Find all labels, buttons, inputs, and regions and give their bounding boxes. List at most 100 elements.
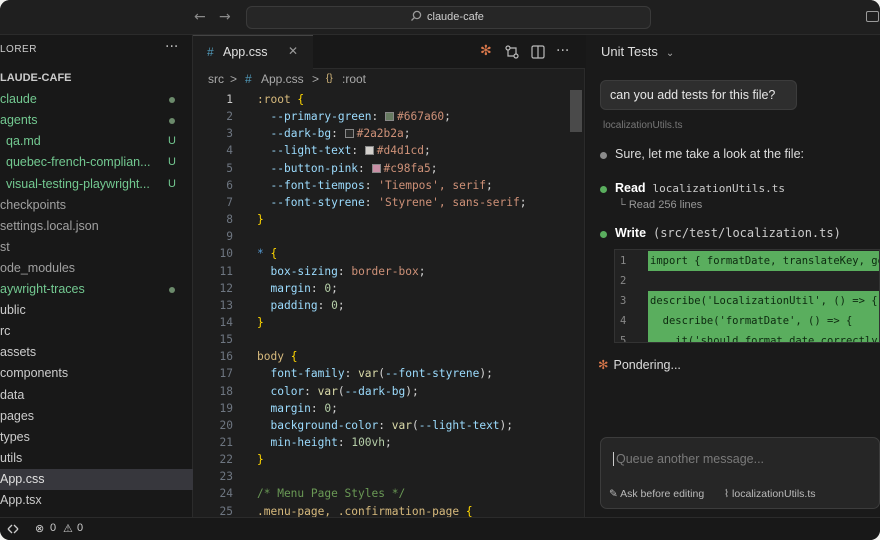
code-line[interactable]: --primary-green: #667a60;	[257, 108, 450, 125]
more-icon[interactable]: ···	[556, 43, 569, 59]
split-editor-icon[interactable]	[531, 45, 545, 59]
search-icon	[411, 10, 422, 21]
tree-item[interactable]: quebec-french-complian... U	[0, 152, 193, 173]
breadcrumb-symbol[interactable]: :root	[342, 72, 366, 86]
tree-item[interactable]: components	[0, 363, 193, 384]
error-count[interactable]: 0	[50, 522, 56, 534]
tree-item[interactable]: qa.md U	[0, 131, 193, 152]
status-bar: ⊗ 0 ⚠ 0	[0, 517, 880, 540]
color-swatch[interactable]	[364, 146, 374, 156]
error-icon[interactable]: ⊗	[35, 522, 44, 535]
write-file: (src/test/localization.ts)	[652, 226, 841, 240]
code-line[interactable]: --font-tiempos: 'Tiempos', serif;	[257, 177, 492, 194]
code-line[interactable]: /* Menu Page Styles */	[257, 485, 405, 502]
code-line[interactable]: :root {	[257, 91, 304, 108]
write-tool-call[interactable]: Write (src/test/localization.ts)	[615, 226, 841, 240]
editor-pane: # App.css ✕ ✻ ··· src > # App.css > {} :	[193, 35, 585, 518]
code-line[interactable]: color: var(--dark-bg);	[257, 383, 418, 400]
code-area[interactable]: 1:root {2 --primary-green: #667a60; 3 --d…	[193, 90, 585, 518]
forward-arrow-icon[interactable]: →	[219, 9, 231, 25]
tree-item[interactable]: visual-testing-playwright... U	[0, 174, 193, 195]
tree-item[interactable]: App.tsx	[0, 490, 193, 511]
code-line[interactable]: }	[257, 451, 264, 468]
tree-item[interactable]: types	[0, 427, 193, 448]
line-number: 2	[226, 110, 233, 124]
paperclip-icon: ⌇	[724, 488, 733, 500]
code-line[interactable]: padding: 0;	[257, 297, 344, 314]
read-tool-call[interactable]: Read localizationUtils.ts	[615, 181, 785, 195]
code-line[interactable]: }	[257, 211, 264, 228]
line-number: 4	[226, 144, 233, 158]
warning-count[interactable]: 0	[77, 522, 83, 534]
session-selector[interactable]: Unit Tests ⌄	[601, 44, 674, 59]
tree-item[interactable]: checkpoints	[0, 195, 193, 216]
code-line[interactable]: min-height: 100vh;	[257, 434, 391, 451]
code-line[interactable]: --button-pink: #c98fa5;	[257, 160, 437, 177]
code-line[interactable]: --dark-bg: #2a2b2a;	[257, 125, 410, 142]
diff-line-number: 1	[620, 255, 627, 267]
code-line[interactable]: background-color: var(--light-text);	[257, 417, 513, 434]
color-swatch[interactable]	[371, 163, 381, 173]
code-line[interactable]: body {	[257, 348, 297, 365]
more-actions-icon[interactable]: ···	[165, 39, 178, 55]
tree-item[interactable]: LAUDE-CAFE	[0, 68, 193, 89]
git-status-badge: U	[168, 135, 176, 148]
color-swatch[interactable]	[385, 112, 395, 122]
editor-scrollbar[interactable]	[570, 90, 582, 132]
warning-icon[interactable]: ⚠	[63, 522, 73, 535]
tree-item[interactable]: st	[0, 237, 193, 258]
code-line[interactable]: margin: 0;	[257, 400, 337, 417]
tree-item[interactable]: App.css	[0, 468, 193, 490]
line-number: 20	[219, 418, 233, 432]
layout-toggle-icon[interactable]	[866, 11, 879, 22]
tree-item[interactable]: utils	[0, 448, 193, 469]
attached-file-chip[interactable]: ⌇ localizationUtils.ts	[724, 488, 816, 500]
tree-item[interactable]: rc	[0, 321, 193, 342]
line-number: 11	[219, 264, 233, 278]
status-text: Pondering...	[613, 358, 681, 372]
git-status-badge: U	[168, 156, 176, 169]
line-number: 1	[226, 93, 233, 106]
code-line[interactable]: box-sizing: border-box;	[257, 263, 425, 280]
diff-preview[interactable]: 1 import { formatDate, translateKey, ge 2 3…	[614, 249, 880, 343]
tab-app-css[interactable]: # App.css ✕	[193, 35, 313, 69]
breadcrumb-file[interactable]: App.css	[261, 72, 304, 86]
remote-icon[interactable]	[6, 523, 20, 535]
tree-item-label: rc	[0, 324, 11, 339]
code-line[interactable]: margin: 0;	[257, 280, 337, 297]
code-line[interactable]: }	[257, 314, 264, 331]
close-icon[interactable]: ✕	[288, 44, 298, 58]
code-line[interactable]: --font-styrene: 'Styrene', sans-serif;	[257, 194, 526, 211]
tree-item[interactable]: assets	[0, 342, 193, 363]
message-composer[interactable]: Queue another message... ✎ Ask before ed…	[600, 437, 880, 509]
tree-item[interactable]: agents	[0, 110, 193, 131]
ask-before-editing-toggle[interactable]: ✎ Ask before editing	[609, 488, 704, 500]
code-line[interactable]: * {	[257, 245, 277, 262]
command-center[interactable]: claude-cafe	[246, 6, 651, 29]
tree-item-label: visual-testing-playwright...	[6, 176, 150, 191]
tree-item[interactable]: data	[0, 385, 193, 406]
tree-item[interactable]: aywright-traces	[0, 279, 193, 300]
tree-item-label: quebec-french-complian...	[6, 155, 151, 170]
tree-item[interactable]: ode_modules	[0, 258, 193, 279]
chevron-right-icon: >	[312, 72, 320, 86]
tab-label: App.css	[223, 45, 268, 59]
claude-spark-icon[interactable]: ✻	[480, 43, 492, 59]
compare-changes-icon[interactable]	[505, 45, 519, 59]
breadcrumb-src[interactable]: src	[208, 72, 224, 86]
status-indicator: ✻ Pondering...	[598, 357, 681, 372]
diff-line-number: 2	[620, 275, 627, 287]
title-bar: ← → claude-cafe	[0, 0, 880, 35]
back-arrow-icon[interactable]: ←	[194, 9, 206, 25]
explorer-title: LORER	[0, 44, 37, 55]
text-caret	[613, 452, 614, 466]
color-swatch[interactable]	[344, 129, 354, 139]
line-number: 7	[226, 195, 233, 209]
tree-item[interactable]: claude	[0, 89, 193, 110]
tree-item[interactable]: ublic	[0, 300, 193, 321]
tree-item[interactable]: pages	[0, 406, 193, 427]
code-line[interactable]: --light-text: #d4d1cd;	[257, 142, 430, 159]
user-message: can you add tests for this file?	[600, 80, 797, 110]
tree-item[interactable]: settings.local.json	[0, 216, 193, 237]
code-line[interactable]: font-family: var(--font-styrene);	[257, 365, 492, 382]
